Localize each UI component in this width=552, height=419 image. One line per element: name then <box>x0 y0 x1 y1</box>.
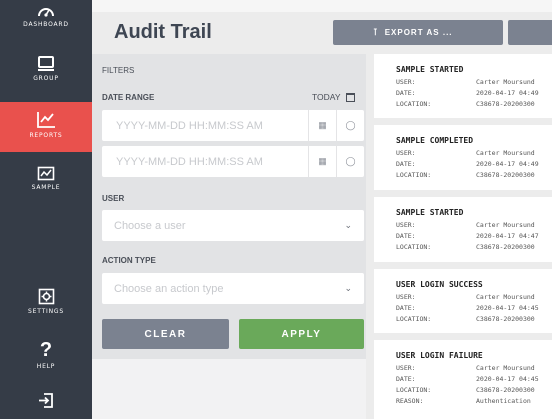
secondary-header-button[interactable] <box>508 20 552 45</box>
filter-panel-footer <box>92 359 366 419</box>
calendar-check-icon <box>345 92 355 102</box>
calendar-icon[interactable]: ▦ <box>308 110 336 141</box>
event-title: USER LOGIN FAILURE <box>396 351 483 360</box>
end-date-field[interactable]: YYYY-MM-DD HH:MM:SS AM ▦ ◯ <box>102 146 364 177</box>
app-window: DASHBOARD GROUP REPORTS SAMPLE SETTINGS … <box>0 0 552 419</box>
header-top-strip <box>92 0 552 12</box>
chevron-down-icon: ⌄ <box>344 220 352 230</box>
event-user: Carter Moursund <box>476 221 535 229</box>
event-location-key: LOCATION: <box>396 100 432 108</box>
sidebar-item-label: GROUP <box>33 75 59 82</box>
event-user-key: USER: <box>396 364 416 372</box>
event-title: SAMPLE COMPLETED <box>396 136 474 145</box>
sidebar-item-dashboard[interactable]: DASHBOARD <box>0 4 92 46</box>
event-user: Carter Moursund <box>476 364 535 372</box>
event-user-key: USER: <box>396 149 416 157</box>
event-location: C38678-20200300 <box>476 100 535 108</box>
sidebar-item-settings[interactable]: SETTINGS <box>0 288 92 320</box>
event-card[interactable]: SAMPLE STARTED USER: Carter Moursund DATE… <box>374 197 552 262</box>
user-select[interactable]: Choose a user ⌄ <box>102 210 364 241</box>
event-list: SAMPLE STARTED USER: Carter Moursund DATE… <box>374 54 552 419</box>
event-location: C38678-20200300 <box>476 171 535 179</box>
sidebar-item-label: HELP <box>36 363 56 370</box>
event-date: 2020-04-17 04:45 <box>476 304 539 312</box>
line-chart-icon <box>37 112 55 128</box>
event-title: USER LOGIN SUCCESS <box>396 280 483 289</box>
filters-heading: FILTERS <box>102 66 135 75</box>
event-location-key: LOCATION: <box>396 171 432 179</box>
event-location-key: LOCATION: <box>396 386 432 394</box>
sidebar-item-help[interactable]: ? HELP <box>0 340 92 372</box>
user-label: USER <box>102 194 125 203</box>
sidebar-item-label: SETTINGS <box>28 308 64 315</box>
start-date-placeholder: YYYY-MM-DD HH:MM:SS AM <box>116 119 263 132</box>
event-user: Carter Moursund <box>476 293 535 301</box>
export-button-label: EXPORT AS ... <box>384 28 453 37</box>
apply-button[interactable]: APPLY <box>239 319 364 349</box>
chevron-down-icon: ⌄ <box>344 283 352 293</box>
end-date-placeholder: YYYY-MM-DD HH:MM:SS AM <box>116 155 263 168</box>
date-range-label: DATE RANGE <box>102 93 155 102</box>
sidebar-item-reports[interactable]: REPORTS <box>0 102 92 152</box>
event-title: SAMPLE STARTED <box>396 208 464 217</box>
export-button[interactable]: ⊺ EXPORT AS ... <box>333 20 503 45</box>
start-date-field[interactable]: YYYY-MM-DD HH:MM:SS AM ▦ ◯ <box>102 110 364 141</box>
event-location: C38678-20200300 <box>476 386 535 394</box>
clear-button[interactable]: CLEAR <box>102 319 229 349</box>
action-type-select[interactable]: Choose an action type ⌄ <box>102 273 364 304</box>
sidebar-item-sample[interactable]: SAMPLE <box>0 166 92 198</box>
today-toggle[interactable]: TODAY <box>312 92 355 102</box>
event-date-key: DATE: <box>396 304 416 312</box>
event-date-key: DATE: <box>396 89 416 97</box>
event-date-key: DATE: <box>396 160 416 168</box>
event-reason: Authentication <box>476 397 531 405</box>
gauge-icon <box>38 8 54 17</box>
logout-icon <box>39 393 53 408</box>
sidebar-item-label: DASHBOARD <box>23 21 69 28</box>
event-user: Carter Moursund <box>476 149 535 157</box>
sidebar: DASHBOARD GROUP REPORTS SAMPLE SETTINGS … <box>0 0 92 419</box>
event-location-key: LOCATION: <box>396 315 432 323</box>
monitor-icon <box>38 56 54 71</box>
action-type-placeholder: Choose an action type <box>114 282 224 295</box>
sidebar-item-logout[interactable] <box>0 392 92 419</box>
event-location-key: LOCATION: <box>396 243 432 251</box>
event-user-key: USER: <box>396 78 416 86</box>
event-date: 2020-04-17 04:49 <box>476 160 539 168</box>
event-card[interactable]: USER LOGIN FAILURE USER: Carter Moursund … <box>374 340 552 419</box>
page-title: Audit Trail <box>114 21 212 43</box>
filter-icon: ⊺ <box>373 27 379 37</box>
event-location: C38678-20200300 <box>476 315 535 323</box>
calendar-icon[interactable]: ▦ <box>308 146 336 177</box>
event-reason-key: REASON: <box>396 397 424 405</box>
event-user: Carter Moursund <box>476 78 535 86</box>
event-card[interactable]: SAMPLE STARTED USER: Carter Moursund DATE… <box>374 54 552 118</box>
question-icon: ? <box>39 339 53 361</box>
event-user-key: USER: <box>396 221 416 229</box>
event-user-key: USER: <box>396 293 416 301</box>
action-type-label: ACTION TYPE <box>102 256 156 265</box>
event-title: SAMPLE STARTED <box>396 65 464 74</box>
event-card[interactable]: USER LOGIN SUCCESS USER: Carter Moursund … <box>374 269 552 333</box>
user-placeholder: Choose a user <box>114 219 186 232</box>
sidebar-item-label: REPORTS <box>29 132 63 139</box>
sidebar-item-group[interactable]: GROUP <box>0 56 92 96</box>
event-date: 2020-04-17 04:47 <box>476 232 539 240</box>
clock-icon[interactable]: ◯ <box>336 146 364 177</box>
event-location: C38678-20200300 <box>476 243 535 251</box>
sidebar-item-label: SAMPLE <box>31 184 61 191</box>
event-date: 2020-04-17 04:45 <box>476 375 539 383</box>
sample-chart-icon <box>37 166 55 181</box>
event-card[interactable]: SAMPLE COMPLETED USER: Carter Moursund DA… <box>374 125 552 190</box>
event-date: 2020-04-17 04:49 <box>476 89 539 97</box>
clock-icon[interactable]: ◯ <box>336 110 364 141</box>
event-date-key: DATE: <box>396 375 416 383</box>
today-label: TODAY <box>312 92 341 102</box>
gear-icon <box>38 288 54 305</box>
event-date-key: DATE: <box>396 232 416 240</box>
